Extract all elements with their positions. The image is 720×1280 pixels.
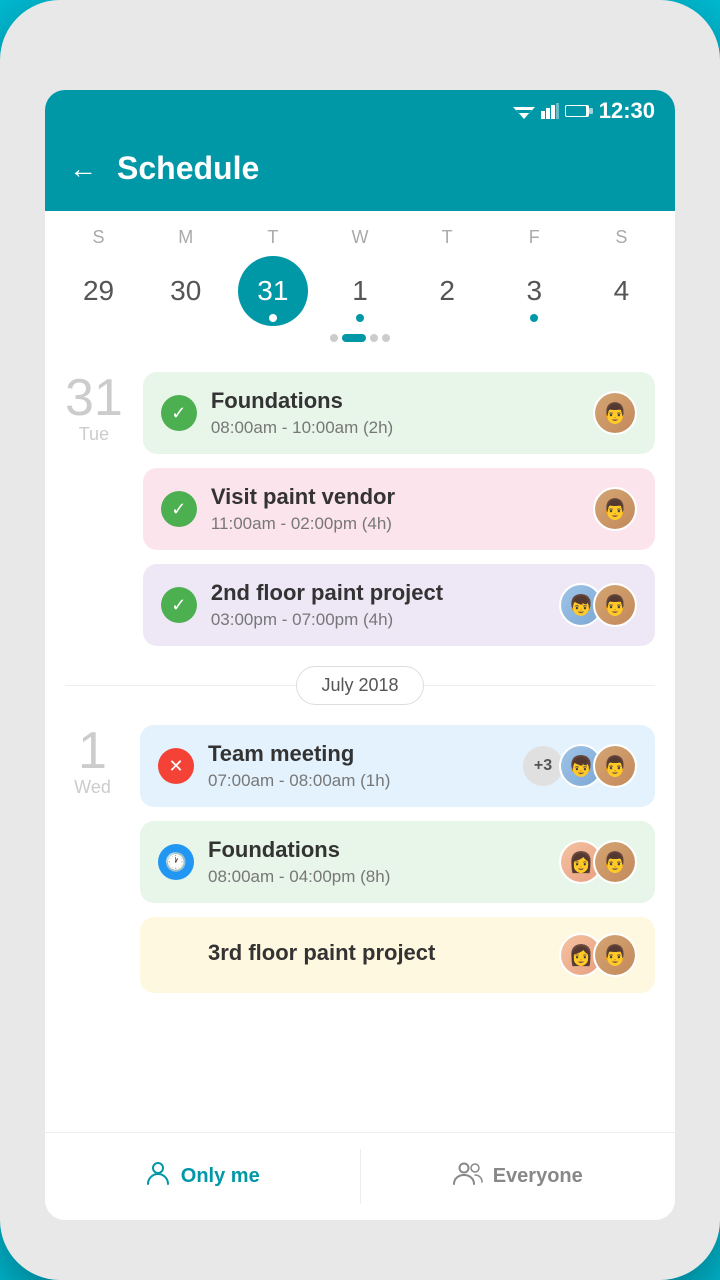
clock-icon-foundations: 🕐	[158, 844, 194, 880]
date-number-1: 1 Wed	[65, 725, 120, 993]
event-foundations-1[interactable]: ✓ Foundations 08:00am - 10:00am (2h) 👨	[143, 372, 655, 454]
x-icon-meeting: ✕	[158, 748, 194, 784]
date-day-1: Wed	[74, 777, 111, 798]
avatar-man-3rd: 👨	[593, 933, 637, 977]
phone-frame: 12:30 ← Schedule S M T W T F S 29 30 31	[0, 0, 720, 1280]
nav-everyone[interactable]: Everyone	[361, 1133, 676, 1220]
day-30[interactable]: 30	[151, 256, 221, 326]
event-time-3: 03:00pm - 07:00pm (4h)	[211, 610, 545, 630]
status-icons: 12:30	[513, 98, 655, 124]
event-time-foundations-j: 08:00am - 04:00pm (8h)	[208, 867, 545, 887]
date-day-31: Tue	[79, 424, 109, 445]
event-info-meeting: Team meeting 07:00am - 08:00am (1h)	[208, 741, 509, 791]
event-avatars-foundations-j: 👩 👨	[559, 840, 637, 884]
status-time: 12:30	[599, 98, 655, 124]
date-num-31: 31	[65, 372, 123, 424]
event-2nd-floor[interactable]: ✓ 2nd floor paint project 03:00pm - 07:0…	[143, 564, 655, 646]
spacer-icon	[158, 937, 194, 973]
avatar-plus-badge: +3	[523, 746, 563, 786]
person-icon	[145, 1160, 171, 1193]
event-avatars-meeting: +3 👦 👨	[523, 744, 637, 788]
avatar-man-3: 👨	[593, 583, 637, 627]
bottom-nav: Only me Everyone	[45, 1132, 675, 1220]
check-icon-1: ✓	[161, 395, 197, 431]
event-info-1: Foundations 08:00am - 10:00am (2h)	[211, 388, 579, 438]
event-time-2: 11:00am - 02:00pm (4h)	[211, 514, 579, 534]
indicator-3	[370, 334, 378, 342]
event-time-meeting: 07:00am - 08:00am (1h)	[208, 771, 509, 791]
day-1[interactable]: 1	[325, 256, 395, 326]
schedule-content: 31 Tue ✓ Foundations 08:00am - 10:00am (…	[45, 352, 675, 1132]
calendar-strip: S M T W T F S 29 30 31 1 2 3 4	[45, 211, 675, 352]
day-31-selected[interactable]: 31	[238, 256, 308, 326]
day-label-w: W	[325, 227, 395, 248]
event-info-foundations-j: Foundations 08:00am - 04:00pm (8h)	[208, 837, 545, 887]
event-3rd-floor[interactable]: 3rd floor paint project 👩 👨	[140, 917, 655, 993]
event-title-foundations-j: Foundations	[208, 837, 545, 863]
event-avatars-1: 👨	[593, 391, 637, 435]
avatar-man-1: 👨	[593, 391, 637, 435]
day-label-m: M	[151, 227, 221, 248]
month-divider: July 2018	[65, 666, 655, 705]
event-foundations-july[interactable]: 🕐 Foundations 08:00am - 04:00pm (8h) 👩 👨	[140, 821, 655, 903]
day-label-s: S	[64, 227, 134, 248]
date-number-31: 31 Tue	[65, 372, 123, 646]
event-title-3: 2nd floor paint project	[211, 580, 545, 606]
indicator-1	[330, 334, 338, 342]
event-info-2: Visit paint vendor 11:00am - 02:00pm (4h…	[211, 484, 579, 534]
event-title-2: Visit paint vendor	[211, 484, 579, 510]
battery-icon	[565, 104, 593, 118]
day-label-s2: S	[586, 227, 656, 248]
avatar-man-2: 👨	[593, 487, 637, 531]
calendar-indicator	[55, 334, 665, 342]
avatar-man-m: 👨	[593, 744, 637, 788]
day-2[interactable]: 2	[412, 256, 482, 326]
date-section-1: 1 Wed ✕ Team meeting 07:00am - 08:00am (…	[65, 725, 655, 993]
phone-screen: 12:30 ← Schedule S M T W T F S 29 30 31	[45, 90, 675, 1220]
avatar-man-f: 👨	[593, 840, 637, 884]
event-title-1: Foundations	[211, 388, 579, 414]
nav-only-me[interactable]: Only me	[45, 1133, 360, 1220]
event-title-meeting: Team meeting	[208, 741, 509, 767]
events-list-31: ✓ Foundations 08:00am - 10:00am (2h) 👨	[143, 372, 655, 646]
wifi-icon	[513, 103, 535, 119]
everyone-label: Everyone	[493, 1165, 583, 1188]
day-numbers: 29 30 31 1 2 3 4	[55, 256, 665, 326]
event-time-1: 08:00am - 10:00am (2h)	[211, 418, 579, 438]
day-label-t2: T	[412, 227, 482, 248]
day-29[interactable]: 29	[64, 256, 134, 326]
check-icon-3: ✓	[161, 587, 197, 623]
app-header: ← Schedule	[45, 132, 675, 211]
month-badge: July 2018	[296, 666, 423, 705]
event-avatars-3: 👦 👨	[559, 583, 637, 627]
event-title-3rd: 3rd floor paint project	[208, 940, 545, 966]
day-3[interactable]: 3	[499, 256, 569, 326]
signal-icon	[541, 103, 559, 119]
only-me-label: Only me	[181, 1165, 260, 1188]
day-4[interactable]: 4	[586, 256, 656, 326]
day-label-f: F	[499, 227, 569, 248]
event-team-meeting[interactable]: ✕ Team meeting 07:00am - 08:00am (1h) +3…	[140, 725, 655, 807]
date-num-1: 1	[78, 725, 107, 777]
event-avatars-3rd: 👩 👨	[559, 933, 637, 977]
day-labels: S M T W T F S	[55, 227, 665, 248]
indicator-4	[382, 334, 390, 342]
event-avatars-2: 👨	[593, 487, 637, 531]
group-icon	[453, 1160, 483, 1193]
events-list-1: ✕ Team meeting 07:00am - 08:00am (1h) +3…	[140, 725, 655, 993]
back-button[interactable]: ←	[69, 153, 97, 185]
event-info-3rd: 3rd floor paint project	[208, 940, 545, 970]
event-info-3: 2nd floor paint project 03:00pm - 07:00p…	[211, 580, 545, 630]
status-bar: 12:30	[45, 90, 675, 132]
day-label-t1: T	[238, 227, 308, 248]
date-section-31: 31 Tue ✓ Foundations 08:00am - 10:00am (…	[65, 372, 655, 646]
page-title: Schedule	[117, 150, 259, 187]
event-paint-vendor[interactable]: ✓ Visit paint vendor 11:00am - 02:00pm (…	[143, 468, 655, 550]
check-icon-2: ✓	[161, 491, 197, 527]
indicator-2	[342, 334, 366, 342]
